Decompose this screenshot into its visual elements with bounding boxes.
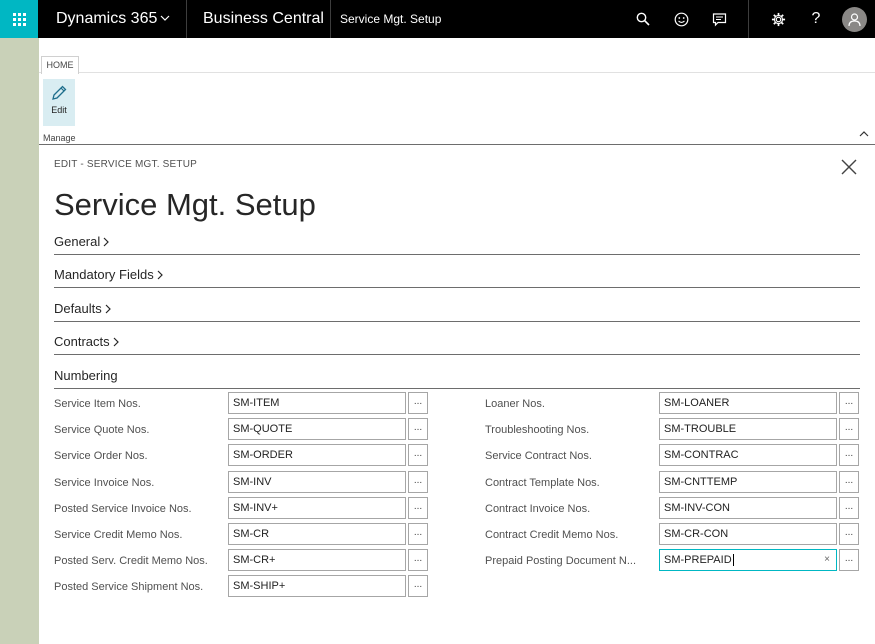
assist-edit-button[interactable]: ... bbox=[839, 392, 859, 414]
assist-edit-button[interactable]: ... bbox=[408, 392, 428, 414]
chevron-up-icon[interactable] bbox=[859, 130, 869, 138]
posted-service-shipment-nos-input[interactable]: SM-SHIP+ bbox=[228, 575, 406, 597]
fasttab-mandatory-fields[interactable]: Mandatory Fields bbox=[54, 266, 860, 288]
chevron-right-icon bbox=[105, 304, 111, 313]
assist-edit-button[interactable]: ... bbox=[408, 418, 428, 440]
service-invoice-nos-input[interactable]: SM-INV bbox=[228, 471, 406, 493]
separator bbox=[186, 0, 187, 38]
field-label: Service Item Nos. bbox=[54, 398, 141, 410]
posted-serv-credit-memo-nos-input[interactable]: SM-CR+ bbox=[228, 549, 406, 571]
pencil-icon bbox=[52, 85, 67, 100]
waffle-icon bbox=[12, 12, 26, 26]
contract-template-nos-input[interactable]: SM-CNTTEMP bbox=[659, 471, 837, 493]
chat-icon[interactable] bbox=[709, 9, 729, 29]
fasttab-label: Mandatory Fields bbox=[54, 267, 154, 282]
field-label: Service Order Nos. bbox=[54, 450, 148, 462]
service-order-nos-input[interactable]: SM-ORDER bbox=[228, 444, 406, 466]
fasttab-label: General bbox=[54, 234, 101, 249]
search-icon[interactable] bbox=[633, 9, 653, 29]
chevron-right-icon bbox=[157, 270, 163, 279]
field-label: Prepaid Posting Document N... bbox=[485, 555, 637, 567]
assist-edit-button[interactable]: ... bbox=[839, 444, 859, 466]
fasttab-numbering[interactable]: Numbering bbox=[54, 367, 860, 389]
fasttab-contracts[interactable]: Contracts bbox=[54, 333, 860, 355]
assist-edit-button[interactable]: ... bbox=[408, 497, 428, 519]
service-credit-memo-nos-input[interactable]: SM-CR bbox=[228, 523, 406, 545]
chevron-right-icon bbox=[113, 337, 119, 346]
assist-edit-button[interactable]: ... bbox=[839, 418, 859, 440]
field-label: Posted Service Shipment Nos. bbox=[54, 581, 204, 593]
brand-name[interactable]: Dynamics 365 bbox=[56, 0, 157, 38]
assist-edit-button[interactable]: ... bbox=[839, 549, 859, 571]
gear-icon[interactable] bbox=[768, 9, 788, 29]
fasttab-defaults[interactable]: Defaults bbox=[54, 300, 860, 322]
app-launcher-button[interactable] bbox=[0, 0, 38, 38]
fasttab-label: Contracts bbox=[54, 334, 110, 349]
posted-service-invoice-nos-input[interactable]: SM-INV+ bbox=[228, 497, 406, 519]
field-label: Contract Invoice Nos. bbox=[485, 503, 591, 515]
service-item-nos-input[interactable]: SM-ITEM bbox=[228, 392, 406, 414]
fasttab-general[interactable]: General bbox=[54, 233, 860, 255]
text-caret bbox=[732, 554, 734, 567]
fasttab-label: Defaults bbox=[54, 301, 102, 316]
field-label: Loaner Nos. bbox=[485, 398, 545, 410]
left-strip bbox=[0, 38, 39, 644]
assist-edit-button[interactable]: ... bbox=[839, 523, 859, 545]
current-page-name: Service Mgt. Setup bbox=[340, 12, 442, 26]
tab-home[interactable]: HOME bbox=[41, 56, 79, 74]
field-label: Contract Credit Memo Nos. bbox=[485, 529, 619, 541]
separator bbox=[330, 0, 331, 38]
input-value: SM-PREPAID bbox=[664, 554, 732, 566]
service-quote-nos-input[interactable]: SM-QUOTE bbox=[228, 418, 406, 440]
assist-edit-button[interactable]: ... bbox=[408, 575, 428, 597]
chevron-down-icon[interactable] bbox=[160, 13, 170, 23]
field-label: Service Quote Nos. bbox=[54, 424, 150, 436]
page-title: Service Mgt. Setup bbox=[54, 187, 316, 222]
loaner-nos-input[interactable]: SM-LOANER bbox=[659, 392, 837, 414]
ribbon-tabstrip bbox=[39, 56, 875, 73]
contract-invoice-nos-input[interactable]: SM-INV-CON bbox=[659, 497, 837, 519]
assist-edit-button[interactable]: ... bbox=[839, 497, 859, 519]
clear-icon[interactable]: × bbox=[824, 555, 830, 565]
service-contract-nos-input[interactable]: SM-CONTRAC bbox=[659, 444, 837, 466]
top-bar: Dynamics 365 Business Central Service Mg… bbox=[0, 0, 875, 38]
field-label: Troubleshooting Nos. bbox=[485, 424, 590, 436]
user-avatar-icon[interactable] bbox=[842, 7, 867, 32]
troubleshooting-nos-input[interactable]: SM-TROUBLE bbox=[659, 418, 837, 440]
fasttab-label: Numbering bbox=[54, 368, 118, 383]
contract-credit-memo-nos-input[interactable]: SM-CR-CON bbox=[659, 523, 837, 545]
edit-button[interactable]: Edit bbox=[43, 79, 75, 126]
product-name[interactable]: Business Central bbox=[203, 0, 324, 38]
assist-edit-button[interactable]: ... bbox=[408, 523, 428, 545]
prepaid-posting-document-nos-input[interactable]: SM-PREPAID × bbox=[659, 549, 837, 571]
page-content: EDIT - SERVICE MGT. SETUP Service Mgt. S… bbox=[39, 145, 875, 644]
chevron-right-icon bbox=[103, 237, 110, 246]
field-label: Service Contract Nos. bbox=[485, 450, 592, 462]
close-icon[interactable] bbox=[841, 159, 857, 175]
assist-edit-button[interactable]: ... bbox=[408, 549, 428, 571]
assist-edit-button[interactable]: ... bbox=[839, 471, 859, 493]
field-label: Contract Template Nos. bbox=[485, 477, 600, 489]
separator bbox=[748, 0, 749, 38]
field-label: Service Invoice Nos. bbox=[54, 477, 155, 489]
field-label: Service Credit Memo Nos. bbox=[54, 529, 183, 541]
breadcrumb: EDIT - SERVICE MGT. SETUP bbox=[54, 159, 197, 170]
ribbon: HOME Edit Manage bbox=[39, 38, 875, 145]
help-icon[interactable]: ? bbox=[806, 9, 826, 29]
ribbon-group-label: Manage bbox=[43, 133, 76, 143]
assist-edit-button[interactable]: ... bbox=[408, 471, 428, 493]
field-label: Posted Serv. Credit Memo Nos. bbox=[54, 555, 208, 567]
smiley-icon[interactable] bbox=[671, 9, 691, 29]
edit-button-label: Edit bbox=[51, 105, 67, 115]
field-label: Posted Service Invoice Nos. bbox=[54, 503, 192, 515]
assist-edit-button[interactable]: ... bbox=[408, 444, 428, 466]
